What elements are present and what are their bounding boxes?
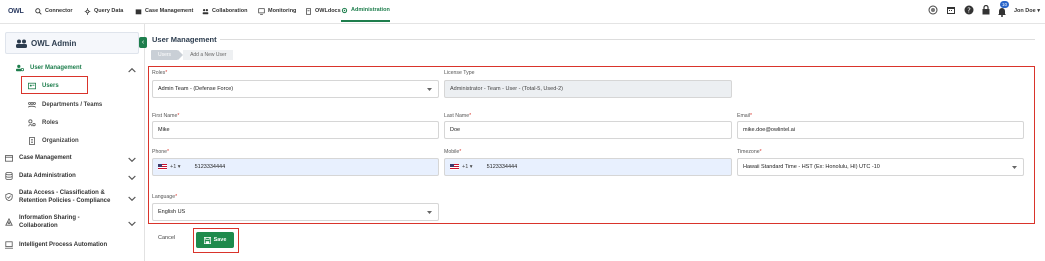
admin-icon [341, 7, 348, 13]
first-name-label: First Name* [152, 113, 180, 119]
sidebar-item-data-access[interactable]: Data Access - Classification & Retention… [0, 187, 145, 207]
automation-icon [5, 241, 13, 249]
nav-connector[interactable]: Connector [35, 0, 73, 22]
chevron-down-icon [128, 196, 136, 202]
save-icon [203, 236, 211, 244]
cancel-button[interactable]: Cancel [158, 235, 175, 241]
chevron-down-icon [1012, 166, 1017, 169]
sidebar-item-user-management[interactable]: User Management [0, 63, 145, 73]
chevron-down-icon [427, 88, 432, 91]
notification-badge: 10 [1000, 1, 1009, 8]
roles-select[interactable]: Admin Team - (Defense Force) [152, 80, 439, 98]
owl-logo[interactable]: OWL [4, 2, 28, 22]
sidebar-item-roles[interactable]: Roles [0, 117, 145, 128]
breadcrumb: Users Add a New User [151, 50, 234, 60]
last-name-input[interactable]: Doe [444, 121, 732, 139]
people-admin-icon [16, 39, 27, 48]
chevron-left-icon: ‹ [141, 39, 145, 46]
sidebar-item-data-administration[interactable]: Data Administration [0, 171, 145, 181]
license-type-label: License Type [444, 70, 475, 76]
us-flag-icon[interactable] [450, 164, 459, 170]
last-name-label: Last Name* [444, 113, 472, 119]
svg-text:?: ? [967, 7, 971, 15]
emblem-icon[interactable] [928, 5, 938, 15]
roles-label: Roles* [152, 70, 168, 76]
breadcrumb-add-user: Add a New User [183, 50, 234, 60]
roles-icon [28, 118, 36, 126]
timezone-select[interactable]: Hawaii Standard Time - HST (Ex: Honolulu… [737, 158, 1024, 176]
sidebar-item-intelligent-process-automation[interactable]: Intelligent Process Automation [0, 240, 145, 250]
people-icon [202, 8, 209, 14]
chevron-down-icon: ▾ [1037, 8, 1040, 14]
docs-icon [306, 7, 311, 15]
shield-check-icon [5, 193, 13, 201]
title-divider [220, 39, 1035, 40]
mobile-label: Mobile* [444, 149, 462, 155]
sidebar-item-information-sharing[interactable]: Information Sharing - Collaboration [0, 212, 145, 232]
sidebar-collapse-button[interactable]: ‹ [139, 37, 147, 48]
folder-icon [135, 8, 142, 14]
share-icon [5, 218, 13, 226]
top-bar: OWL Connector Query Data Case Management… [0, 0, 1045, 24]
chevron-up-icon [128, 67, 136, 73]
nav-owldocs[interactable]: OWLdocs [305, 0, 341, 22]
case-folder-icon [5, 155, 13, 162]
mobile-input[interactable]: +1 ▾ 5123334444 [444, 158, 732, 176]
license-type-field: Administrator - Team - User - (Total-5, … [444, 80, 732, 98]
users-cog-icon [16, 64, 24, 72]
help-icon[interactable]: ? [964, 5, 974, 15]
phone-country-code[interactable]: +1 ▾ [170, 164, 181, 170]
save-button[interactable]: Save [196, 232, 234, 248]
nav-query-data[interactable]: Query Data [84, 0, 123, 22]
nav-collaboration[interactable]: Collaboration [202, 0, 247, 22]
chevron-down-icon [128, 157, 136, 163]
us-flag-icon[interactable] [158, 164, 167, 170]
database-icon [5, 172, 13, 180]
users-highlight [21, 76, 88, 94]
sidebar-header: OWL Admin [5, 32, 139, 54]
bell-icon[interactable] [997, 7, 1007, 17]
phone-input[interactable]: +1 ▾ 5123334444 [152, 158, 439, 176]
email-input[interactable]: mike.doe@owlintel.ai [737, 121, 1024, 139]
email-label: Email* [737, 113, 753, 119]
chevron-down-icon [427, 211, 432, 214]
sidebar-item-departments[interactable]: Departments / Teams [0, 99, 145, 110]
breadcrumb-users[interactable]: Users [151, 50, 179, 60]
lock-icon[interactable] [981, 5, 991, 15]
language-label: Language* [152, 194, 178, 200]
search-icon [35, 7, 42, 15]
user-menu[interactable]: Jon Doe ▾ [1014, 8, 1040, 14]
timezone-label: Timezone* [737, 149, 762, 155]
nav-monitoring[interactable]: Monitoring [258, 0, 296, 22]
monitor-icon [258, 7, 265, 15]
first-name-input[interactable]: Mike [152, 121, 439, 139]
nav-administration[interactable]: Administration [341, 0, 390, 22]
phone-label: Phone* [152, 149, 170, 155]
building-icon [29, 136, 35, 145]
page-title: User Management [152, 35, 217, 44]
mobile-country-code[interactable]: +1 ▾ [462, 164, 473, 170]
org-people-icon [28, 101, 36, 108]
sidebar-item-organization[interactable]: Organization [0, 135, 145, 146]
sliders-icon [84, 7, 91, 15]
nav-case-management[interactable]: Case Management [135, 0, 193, 22]
language-select[interactable]: English US [152, 203, 439, 221]
chevron-down-icon [128, 175, 136, 181]
chevron-down-icon [128, 221, 136, 227]
calendar-icon[interactable] [946, 5, 956, 15]
sidebar-item-case-management[interactable]: Case Management [0, 153, 145, 163]
